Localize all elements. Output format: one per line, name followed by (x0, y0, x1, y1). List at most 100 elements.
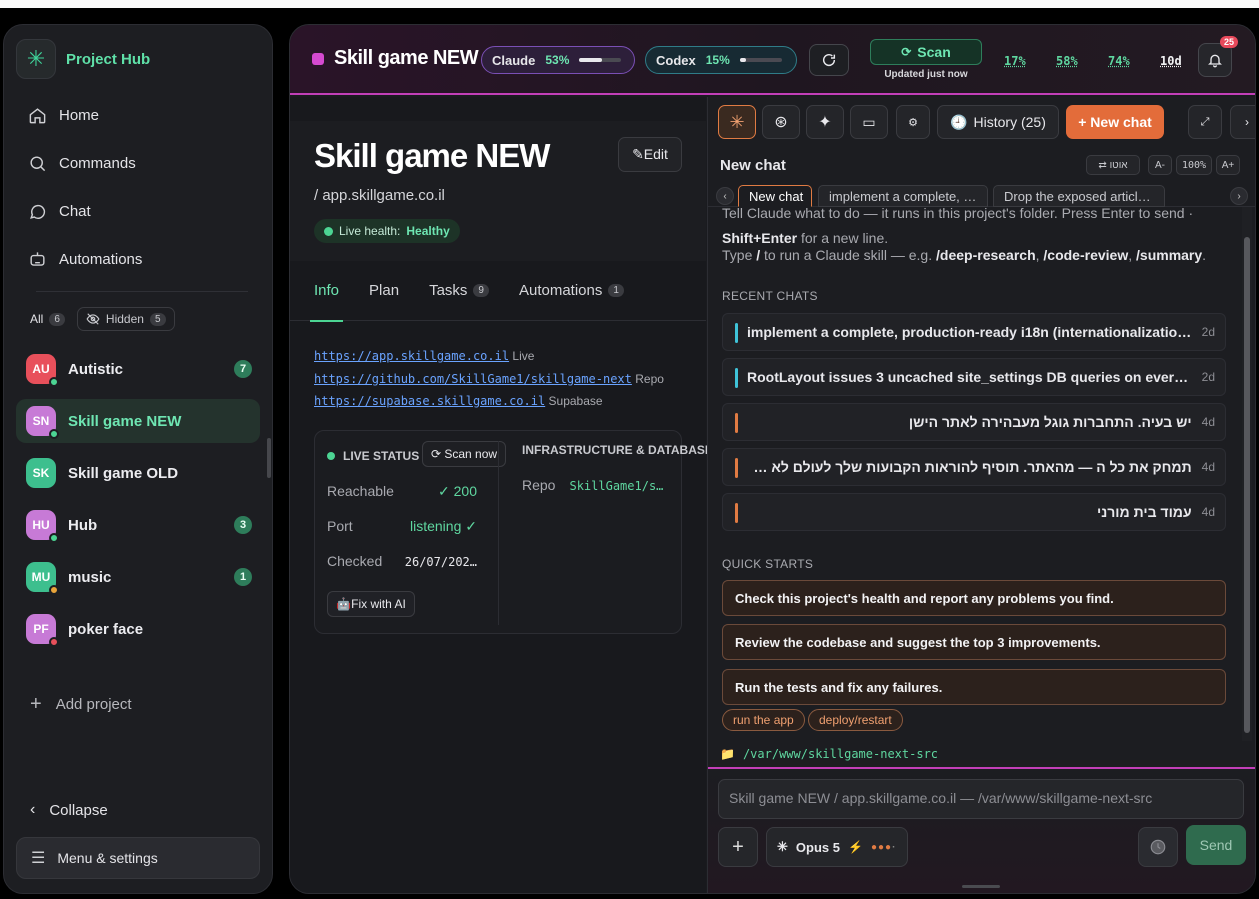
status-value: 26/07/202… (404, 555, 477, 569)
collapse-button[interactable]: ‹ Collapse (30, 801, 108, 819)
fix-with-ai-button[interactable]: 🤖Fix with AI (327, 591, 415, 617)
repo-link[interactable]: https://github.com/SkillGame1/skillgame-… (314, 372, 632, 386)
health-value: Healthy (406, 224, 450, 238)
bolt-icon: ⚡ (847, 840, 863, 854)
attach-button[interactable]: + (718, 827, 758, 867)
recent-chat-item[interactable]: תמחק את כל ה — מהאתר. תוסיף להוראות הקבו… (722, 448, 1226, 486)
expand-button[interactable]: ⤢ (1188, 105, 1222, 139)
tab-automations[interactable]: Automations 1 (519, 261, 624, 321)
nav-commands-label: Commands (59, 154, 136, 172)
project-item[interactable]: MU music 1 (16, 555, 260, 599)
recent-chat-item[interactable]: יש בעיה. התחברות גוגל מעבהירה לאתר הישן 4… (722, 403, 1226, 441)
topbar: Skill game NEW Claude 53% Codex 15% ⟳ Sc… (290, 25, 1255, 95)
project-item[interactable]: SK Skill game OLD (16, 451, 260, 495)
project-filters: All 6 Hidden 5 (30, 307, 175, 331)
quick-starts-heading: QUICK STARTS (722, 557, 814, 571)
quick-start-item[interactable]: Run the tests and fix any failures. (722, 669, 1226, 705)
status-value: listening ✓ (410, 518, 477, 534)
link-row: https://supabase.skillgame.co.il Supabas… (314, 390, 664, 413)
brand-logo-icon: ✳ (16, 39, 56, 79)
project-avatar: AU (26, 354, 59, 387)
send-button[interactable]: Send (1186, 825, 1246, 865)
recent-chat-item[interactable]: implement a complete, production-ready i… (722, 313, 1226, 351)
live-status-card: LIVE STATUS ⟳ Scan now Reachable ✓ 200 Po… (314, 430, 713, 634)
recent-chat-item[interactable]: RootLayout issues 3 uncached site_settin… (722, 358, 1226, 396)
filter-hidden[interactable]: Hidden 5 (76, 307, 175, 331)
project-item[interactable]: PF poker face (16, 607, 260, 651)
hint-skill-2: /code-review (1043, 247, 1129, 263)
stat-4[interactable]: 10d (1160, 54, 1182, 68)
project-badge: 7 (234, 360, 252, 378)
auto-direction-button[interactable]: ⇄ אוטו (1086, 155, 1140, 175)
infra-repo-value[interactable]: SkillGame1/s… (569, 477, 663, 493)
quick-chip-deploy[interactable]: deploy/restart (808, 709, 903, 731)
settings-button[interactable]: ⚙ (896, 105, 930, 139)
project-item[interactable]: SN Skill game NEW (16, 399, 260, 443)
openai-agent-button[interactable]: ⊛ (762, 105, 800, 139)
tab-tasks-count: 9 (473, 284, 489, 297)
link-row: https://app.skillgame.co.il Live (314, 345, 664, 368)
terminal-button[interactable]: ▭ (850, 105, 888, 139)
stat-3[interactable]: 74% (1108, 54, 1130, 68)
tab-plan[interactable]: Plan (369, 261, 399, 321)
supabase-link[interactable]: https://supabase.skillgame.co.il (314, 394, 545, 408)
project-color-square (312, 52, 324, 65)
stat-1[interactable]: 17% (1004, 54, 1026, 68)
project-item[interactable]: AU Autistic 7 (16, 347, 260, 391)
nav-commands[interactable]: Commands (16, 143, 262, 183)
tab-info[interactable]: Info (309, 261, 344, 322)
history-button[interactable]: 🕘 History (25) (937, 105, 1059, 139)
add-project-button[interactable]: + Add project (30, 693, 132, 716)
chat-input[interactable]: Skill game NEW / app.skillgame.co.il — /… (718, 779, 1244, 819)
intro-text: Tell Claude what to do — it runs in this… (722, 205, 1194, 221)
quick-start-item[interactable]: Check this project's health and report a… (722, 580, 1226, 616)
chat-scrollbar[interactable] (1242, 207, 1252, 741)
claude-icon: ✳ (729, 111, 745, 132)
brand[interactable]: ✳ Project Hub (16, 39, 150, 79)
font-decrease-button[interactable]: A- (1148, 155, 1172, 175)
hint-skill-3: /summary (1136, 247, 1203, 263)
home-icon (29, 107, 46, 123)
claude-agent-button[interactable]: ✳ (718, 105, 756, 139)
claude-bar (579, 58, 622, 62)
quick-start-item[interactable]: Review the codebase and suggest the top … (722, 624, 1226, 660)
nav-chat[interactable]: Chat (16, 191, 262, 231)
font-increase-button[interactable]: A+ (1216, 155, 1240, 175)
resize-handle[interactable] (962, 885, 1000, 888)
project-links: https://app.skillgame.co.il Live https:/… (314, 345, 664, 413)
chat-scroll-thumb[interactable] (1244, 237, 1250, 733)
working-directory-path: /var/www/skillgame-next-src (742, 747, 939, 761)
notification-count: 25 (1219, 36, 1238, 48)
tabs-scroll-right-icon[interactable]: › (1230, 187, 1248, 205)
status-value: ✓ 200 (438, 483, 477, 499)
edit-button[interactable]: ✎Edit (618, 137, 682, 172)
live-link[interactable]: https://app.skillgame.co.il (314, 349, 509, 363)
refresh-button[interactable] (809, 44, 849, 76)
scan-button[interactable]: ⟳ Scan (870, 39, 982, 65)
codex-usage-meter[interactable]: Codex 15% (645, 46, 797, 74)
menu-settings-button[interactable]: ☰ Menu & settings (16, 837, 260, 879)
project-initials: PF (33, 622, 49, 636)
clock-icon: 🕘 (950, 113, 968, 130)
filter-all[interactable]: All 6 (30, 312, 65, 326)
status-key: Port (327, 518, 353, 534)
recent-chat-item[interactable]: עמוד בית מורני 4d (722, 493, 1226, 531)
tab-tasks[interactable]: Tasks 9 (429, 261, 489, 321)
zoom-level[interactable]: 100% (1176, 155, 1212, 175)
scan-now-button[interactable]: ⟳ Scan now (422, 441, 506, 467)
nav-automations[interactable]: Automations (16, 239, 262, 279)
quick-chip-run[interactable]: run the app (722, 709, 805, 731)
project-item[interactable]: HU Hub 3 (16, 503, 260, 547)
notifications-button[interactable]: 25 (1198, 36, 1238, 77)
nav-home[interactable]: Home (16, 95, 262, 135)
gear-icon: ⚙ (908, 116, 918, 129)
gemini-agent-button[interactable]: ✦ (806, 105, 844, 139)
sidebar-scrollbar[interactable] (267, 438, 271, 478)
claude-usage-meter[interactable]: Claude 53% (481, 46, 635, 74)
model-selector[interactable]: ✳ Opus 5 ⚡ ●●●· (766, 827, 908, 867)
new-chat-button[interactable]: + New chat (1066, 105, 1164, 139)
stat-2[interactable]: 58% (1056, 54, 1078, 68)
schedule-button[interactable] (1138, 827, 1178, 867)
status-key: Reachable (327, 483, 394, 499)
more-button[interactable]: › (1230, 105, 1255, 139)
